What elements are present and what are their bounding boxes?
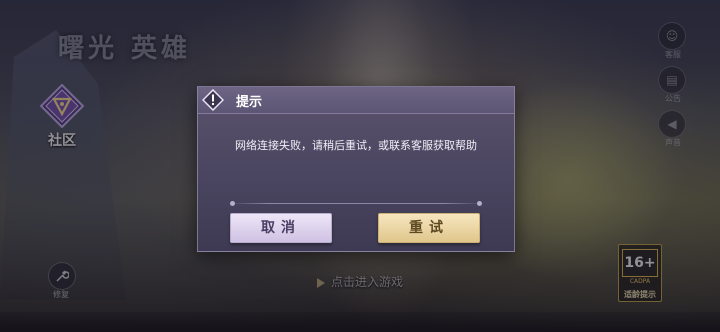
dialog-header: 提示: [198, 87, 514, 114]
game-start-screen: 曙光 英雄 社区 ☺ 客服 ▤ 公告 ◀ 声音 修复 点击进入游戏 16+ CA…: [0, 0, 720, 332]
cancel-button[interactable]: 取消: [230, 213, 332, 243]
network-error-dialog: 提示 网络连接失败，请稍后重试，或联系客服获取帮助 取消 重试: [197, 86, 515, 252]
dialog-divider: [230, 201, 482, 206]
dialog-message: 网络连接失败，请稍后重试，或联系客服获取帮助: [235, 139, 477, 152]
warning-icon: [202, 89, 224, 111]
retry-button[interactable]: 重试: [378, 213, 480, 243]
dialog-title: 提示: [236, 95, 263, 110]
